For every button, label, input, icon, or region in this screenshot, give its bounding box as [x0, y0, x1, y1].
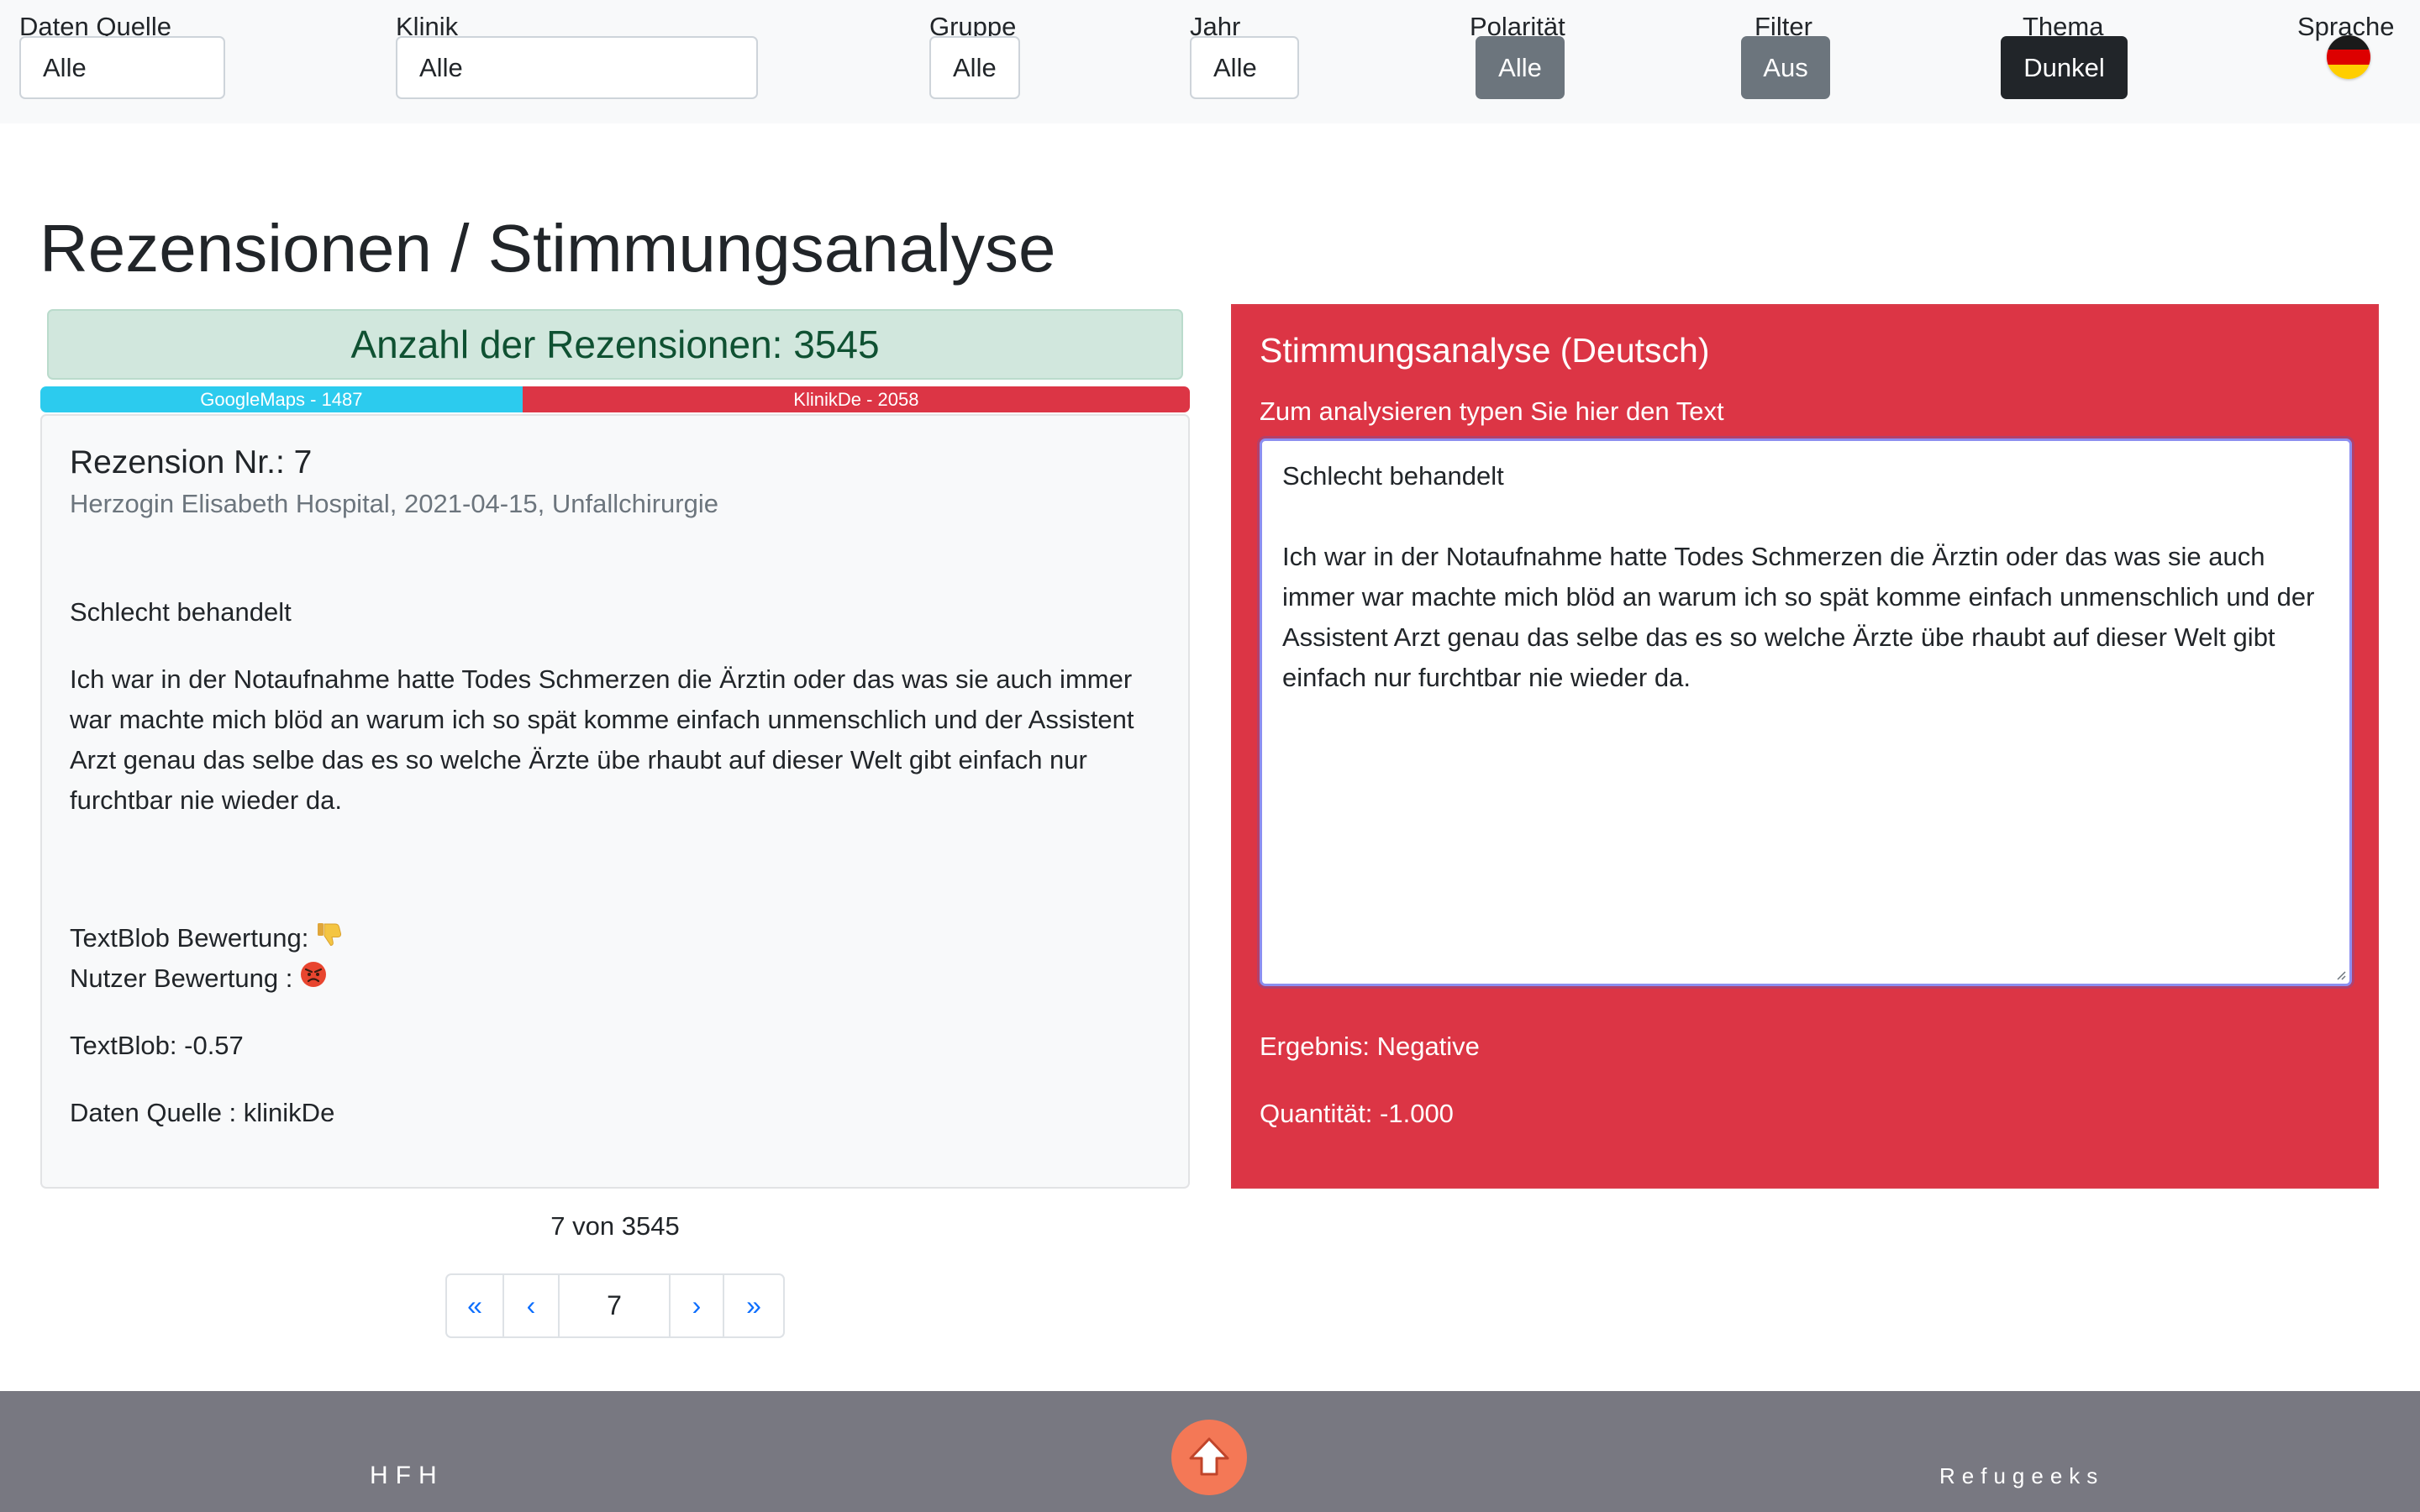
filter-bar: Daten Quelle Alle Klinik Alle Gruppe All…: [0, 0, 2420, 123]
filter-toggle-button[interactable]: Aus: [1741, 36, 1830, 99]
sentiment-quantity: Quantität: -1.000: [1260, 1099, 1454, 1128]
review-count-banner: Anzahl der Rezensionen: 3545: [47, 309, 1183, 380]
year-select[interactable]: Alle: [1190, 36, 1299, 99]
theme-button[interactable]: Dunkel: [2001, 36, 2128, 99]
review-heading: Schlecht behandelt: [70, 597, 292, 627]
arrow-up-icon: [1189, 1437, 1229, 1476]
pagination: « ‹ 7 › »: [445, 1273, 785, 1338]
polarity-button[interactable]: Alle: [1476, 36, 1565, 99]
clinic-select[interactable]: Alle: [396, 36, 758, 99]
thumbs-down-icon: [315, 920, 344, 960]
next-page-button[interactable]: ›: [669, 1273, 724, 1338]
group-select[interactable]: Alle: [929, 36, 1020, 99]
textblob-rating-label: TextBlob Bewertung:: [70, 923, 309, 953]
footer-right-text: Refugeeks: [1939, 1463, 2105, 1488]
user-rating-label: Nutzer Bewertung :: [70, 963, 293, 993]
user-rating-row: Nutzer Bewertung :: [70, 958, 1162, 1000]
source-select[interactable]: Alle: [19, 36, 225, 99]
review-source: Daten Quelle : klinikDe: [70, 1098, 335, 1127]
footer-left-text: HFH: [370, 1462, 445, 1489]
review-card: Rezension Nr.: 7 Herzogin Elisabeth Hosp…: [40, 414, 1190, 1189]
sentiment-input-label: Zum analysieren typen Sie hier den Text: [1260, 396, 1724, 426]
first-page-button[interactable]: «: [445, 1273, 504, 1338]
source-bar-googlemaps: GoogleMaps - 1487: [40, 386, 523, 412]
sentiment-input-heading: Schlecht behandelt: [1282, 461, 1504, 491]
review-subtitle: Herzogin Elisabeth Hospital, 2021-04-15,…: [70, 489, 718, 518]
pagination-info: 7 von 3545: [550, 1211, 680, 1241]
sentiment-input-body: Ich war in der Notaufnahme hatte Todes S…: [1282, 542, 2315, 692]
textblob-rating-row: TextBlob Bewertung:: [70, 918, 1162, 960]
sentiment-panel-title: Stimmungsanalyse (Deutsch): [1260, 331, 1710, 370]
page-title: Rezensionen / Stimmungsanalyse: [39, 211, 1056, 286]
scroll-to-top-button[interactable]: [1171, 1420, 1247, 1495]
german-flag-icon[interactable]: [2327, 35, 2370, 79]
sentiment-result: Ergebnis: Negative: [1260, 1032, 1480, 1061]
sentiment-analysis-panel: Stimmungsanalyse (Deutsch) Zum analysier…: [1231, 304, 2379, 1189]
footer: HFH Refugeeks: [0, 1391, 2420, 1512]
textblob-score: TextBlob: -0.57: [70, 1031, 244, 1060]
last-page-button[interactable]: »: [723, 1273, 785, 1338]
resize-handle-icon[interactable]: [2334, 969, 2346, 980]
sentiment-input-text: Schlecht behandelt Ich war in der Notauf…: [1282, 456, 2333, 698]
angry-face-icon: [299, 960, 328, 1000]
prev-page-button[interactable]: ‹: [502, 1273, 560, 1338]
review-body: Ich war in der Notaufnahme hatte Todes S…: [70, 664, 1134, 815]
sentiment-text-input[interactable]: Schlecht behandelt Ich war in der Notauf…: [1260, 438, 2352, 986]
page-number-input[interactable]: 7: [558, 1273, 671, 1338]
source-distribution-bar: GoogleMaps - 1487 KlinikDe - 2058: [40, 386, 1190, 412]
source-bar-klinikde: KlinikDe - 2058: [522, 386, 1190, 412]
review-title: Rezension Nr.: 7: [70, 444, 313, 480]
